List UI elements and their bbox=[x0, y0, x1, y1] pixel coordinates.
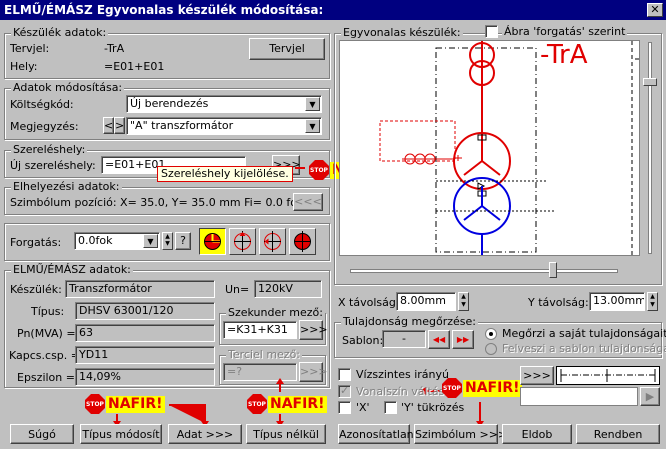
x-distance-value: 8.00mm bbox=[400, 294, 446, 307]
stop-sign-icon: STOP bbox=[442, 378, 462, 398]
y-mirror-label: 'Y' tükrözés bbox=[401, 401, 465, 414]
line-style-icon bbox=[560, 369, 656, 382]
preview-legend: Egyvonalas készülék: bbox=[341, 26, 463, 39]
type-modify-button[interactable]: Típus módosít bbox=[80, 424, 162, 444]
discard-button[interactable]: Eldob bbox=[502, 424, 572, 444]
sablon-label: Sablon: bbox=[342, 334, 384, 347]
take-template-radio[interactable] bbox=[485, 343, 497, 355]
rotate-by-label: Ábra 'forgatás' szerint bbox=[502, 25, 628, 38]
preview-canvas[interactable]: -TrA bbox=[339, 40, 646, 256]
vertical-slider-thumb[interactable] bbox=[643, 78, 657, 86]
vertical-slider-track[interactable] bbox=[648, 42, 652, 254]
ok-button[interactable]: Rendben bbox=[576, 424, 660, 444]
sablon-value: - bbox=[402, 332, 406, 345]
sablon-rewind-button[interactable]: ◀◀ bbox=[428, 330, 450, 349]
sablon-forward-button[interactable]: ▶▶ bbox=[452, 330, 474, 349]
y-distance-spin[interactable]: ▲ ▼ bbox=[647, 292, 658, 311]
unidentified-button[interactable]: Azonosítatlan bbox=[338, 424, 414, 444]
symbol-label: -TrA bbox=[540, 40, 588, 70]
keep-own-radio[interactable] bbox=[485, 328, 497, 340]
horizontal-slider-thumb[interactable] bbox=[549, 262, 557, 278]
help-button[interactable]: Súgó bbox=[10, 424, 74, 444]
rotate-by-check[interactable] bbox=[485, 25, 498, 38]
horizontal-slider-track[interactable] bbox=[350, 269, 618, 273]
line-style-preview[interactable] bbox=[556, 366, 660, 385]
x-mirror-check[interactable] bbox=[338, 401, 351, 414]
horizontal-label: Vízszintes irányú bbox=[356, 368, 449, 381]
x-mirror-label: 'X' bbox=[356, 401, 370, 414]
y-distance-label: Y távolság: bbox=[528, 296, 589, 309]
x-distance-input[interactable]: 8.00mm bbox=[396, 292, 456, 311]
x-distance-label: X távolság: bbox=[338, 296, 400, 309]
horizontal-check[interactable] bbox=[338, 368, 351, 381]
y-mirror-check[interactable] bbox=[384, 401, 397, 414]
x-distance-spin[interactable]: ▲ ▼ bbox=[458, 292, 469, 311]
no-type-button[interactable]: Típus nélkül bbox=[246, 424, 326, 444]
sablon-field: - bbox=[382, 330, 426, 348]
props-legend: Tulajdonság megőrzése: bbox=[341, 315, 478, 328]
symbol-button[interactable]: Szimbólum >>> bbox=[414, 424, 507, 444]
keep-own-label: Megőrzi a saját tulajdonságait bbox=[502, 327, 666, 340]
y-distance-input[interactable]: 13.00mm bbox=[589, 292, 645, 311]
data-button[interactable]: Adat >>> bbox=[168, 424, 242, 444]
line-style-field[interactable] bbox=[520, 387, 638, 406]
transformer-symbol-preview bbox=[379, 41, 646, 255]
color-change-label: Vonalszín váltás bbox=[356, 385, 445, 398]
color-change-check[interactable] bbox=[338, 384, 351, 398]
options-more-button[interactable]: >>> bbox=[520, 366, 554, 385]
nafir-label: NAFIR! bbox=[463, 379, 522, 397]
y-distance-value: 13.00mm bbox=[593, 294, 645, 307]
nafir-marker-options: STOP NAFIR! bbox=[442, 378, 522, 398]
line-style-next-button[interactable]: ▶ bbox=[640, 387, 660, 406]
take-template-label: Felveszi a sablon tulajdonságait bbox=[502, 342, 666, 355]
